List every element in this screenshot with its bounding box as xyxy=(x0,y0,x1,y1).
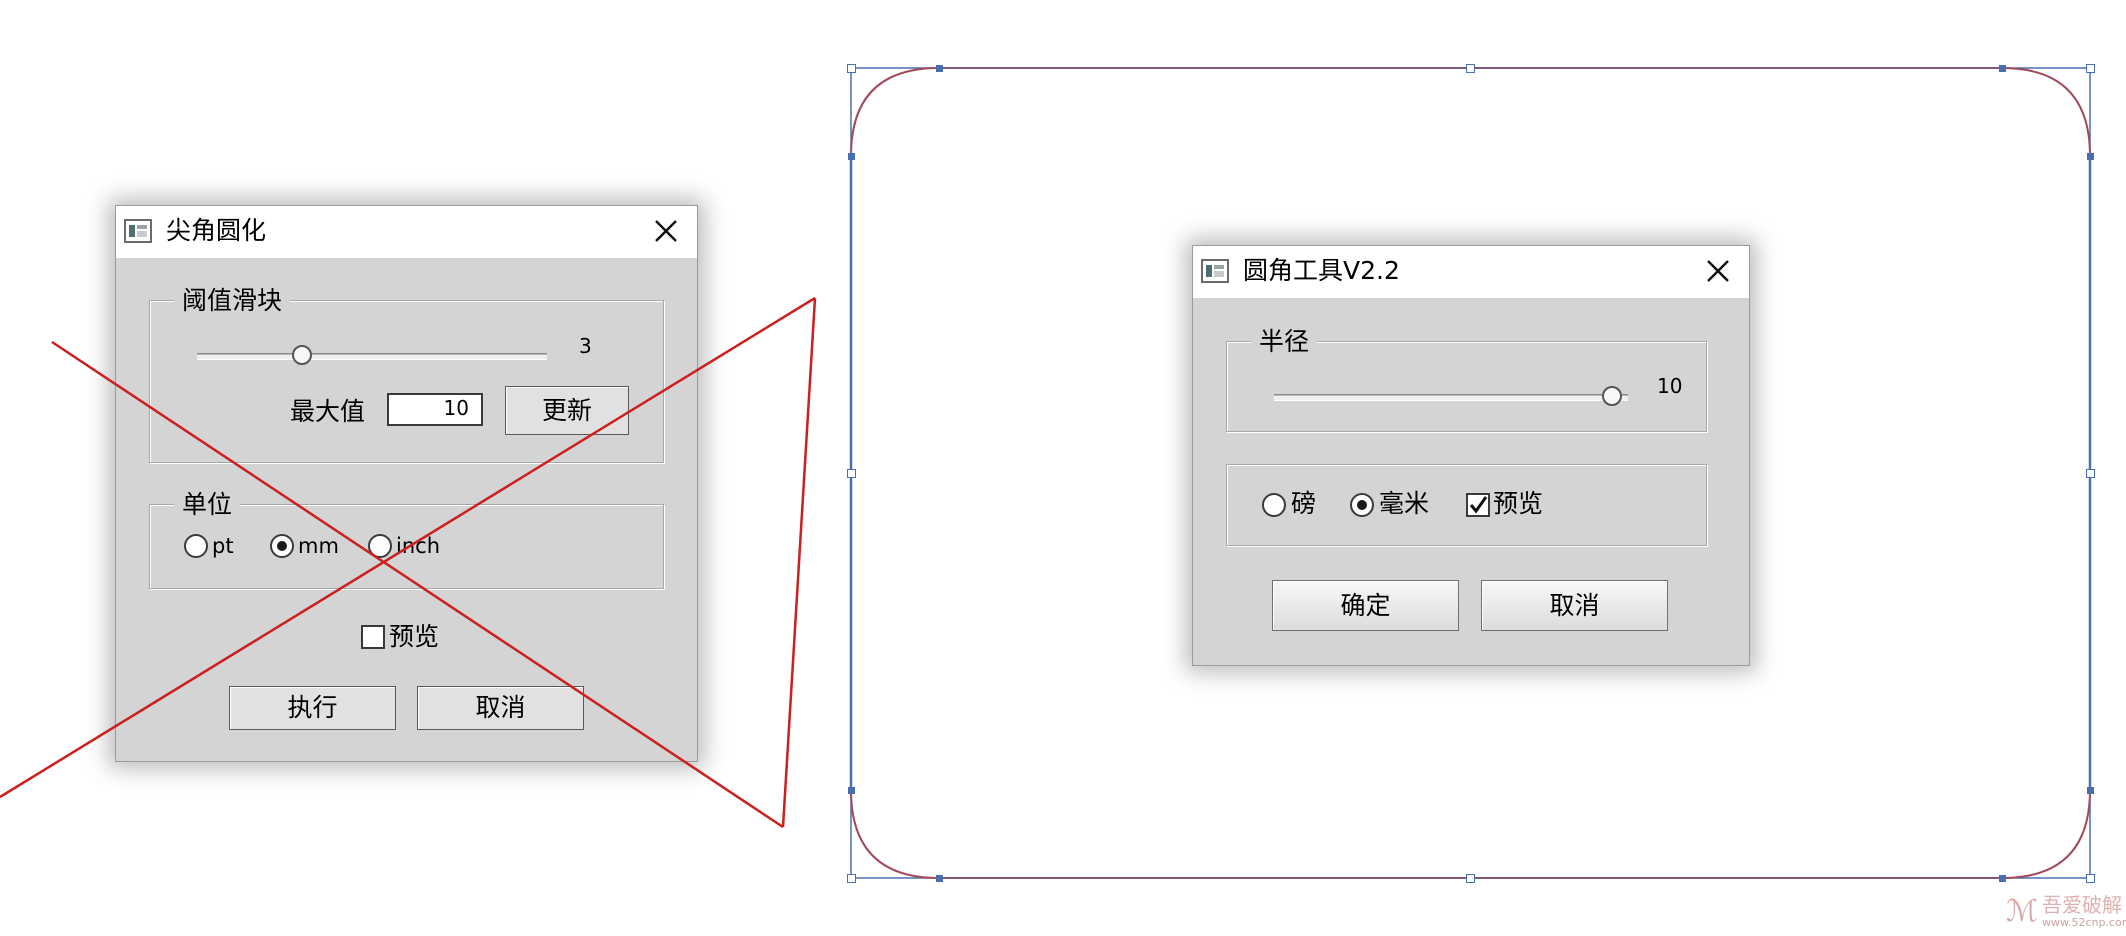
new-dialog-titlebar[interactable]: 圆角工具V2.2 xyxy=(1193,246,1749,298)
new-dialog-round-corner-tool: 圆角工具V2.2 半径 10 磅 毫米 预览 确定 取消 xyxy=(1192,245,1750,666)
site-watermark: ℳ 吾爱破解 www.52cnp.com xyxy=(2006,893,2126,932)
new-cancel-button[interactable]: 取消 xyxy=(1481,580,1668,631)
unit-radio-pound[interactable] xyxy=(1262,493,1286,517)
watermark-url: www.52cnp.com xyxy=(2042,916,2126,929)
unit-radio-millimeter[interactable] xyxy=(1350,493,1374,517)
radius-slider-track[interactable] xyxy=(1274,394,1628,401)
radius-slider-thumb[interactable] xyxy=(1602,386,1622,406)
watermark-text: 吾爱破解 xyxy=(2042,893,2122,917)
ok-button[interactable]: 确定 xyxy=(1272,580,1459,631)
new-dialog-title: 圆角工具V2.2 xyxy=(1243,256,1400,285)
app-window-icon xyxy=(1201,259,1229,283)
watermark-logo: ℳ xyxy=(2006,894,2039,929)
radius-slider-value: 10 xyxy=(1657,374,1683,398)
unit-radio-pound-label: 磅 xyxy=(1291,489,1317,518)
checkmark-icon xyxy=(1469,496,1488,514)
radius-group-label: 半径 xyxy=(1251,327,1318,357)
unit-radio-millimeter-label: 毫米 xyxy=(1379,489,1430,518)
close-icon[interactable] xyxy=(1703,256,1733,286)
new-preview-label: 预览 xyxy=(1493,489,1544,518)
new-preview-checkbox[interactable] xyxy=(1466,493,1490,517)
cross-out-mark xyxy=(0,296,817,829)
